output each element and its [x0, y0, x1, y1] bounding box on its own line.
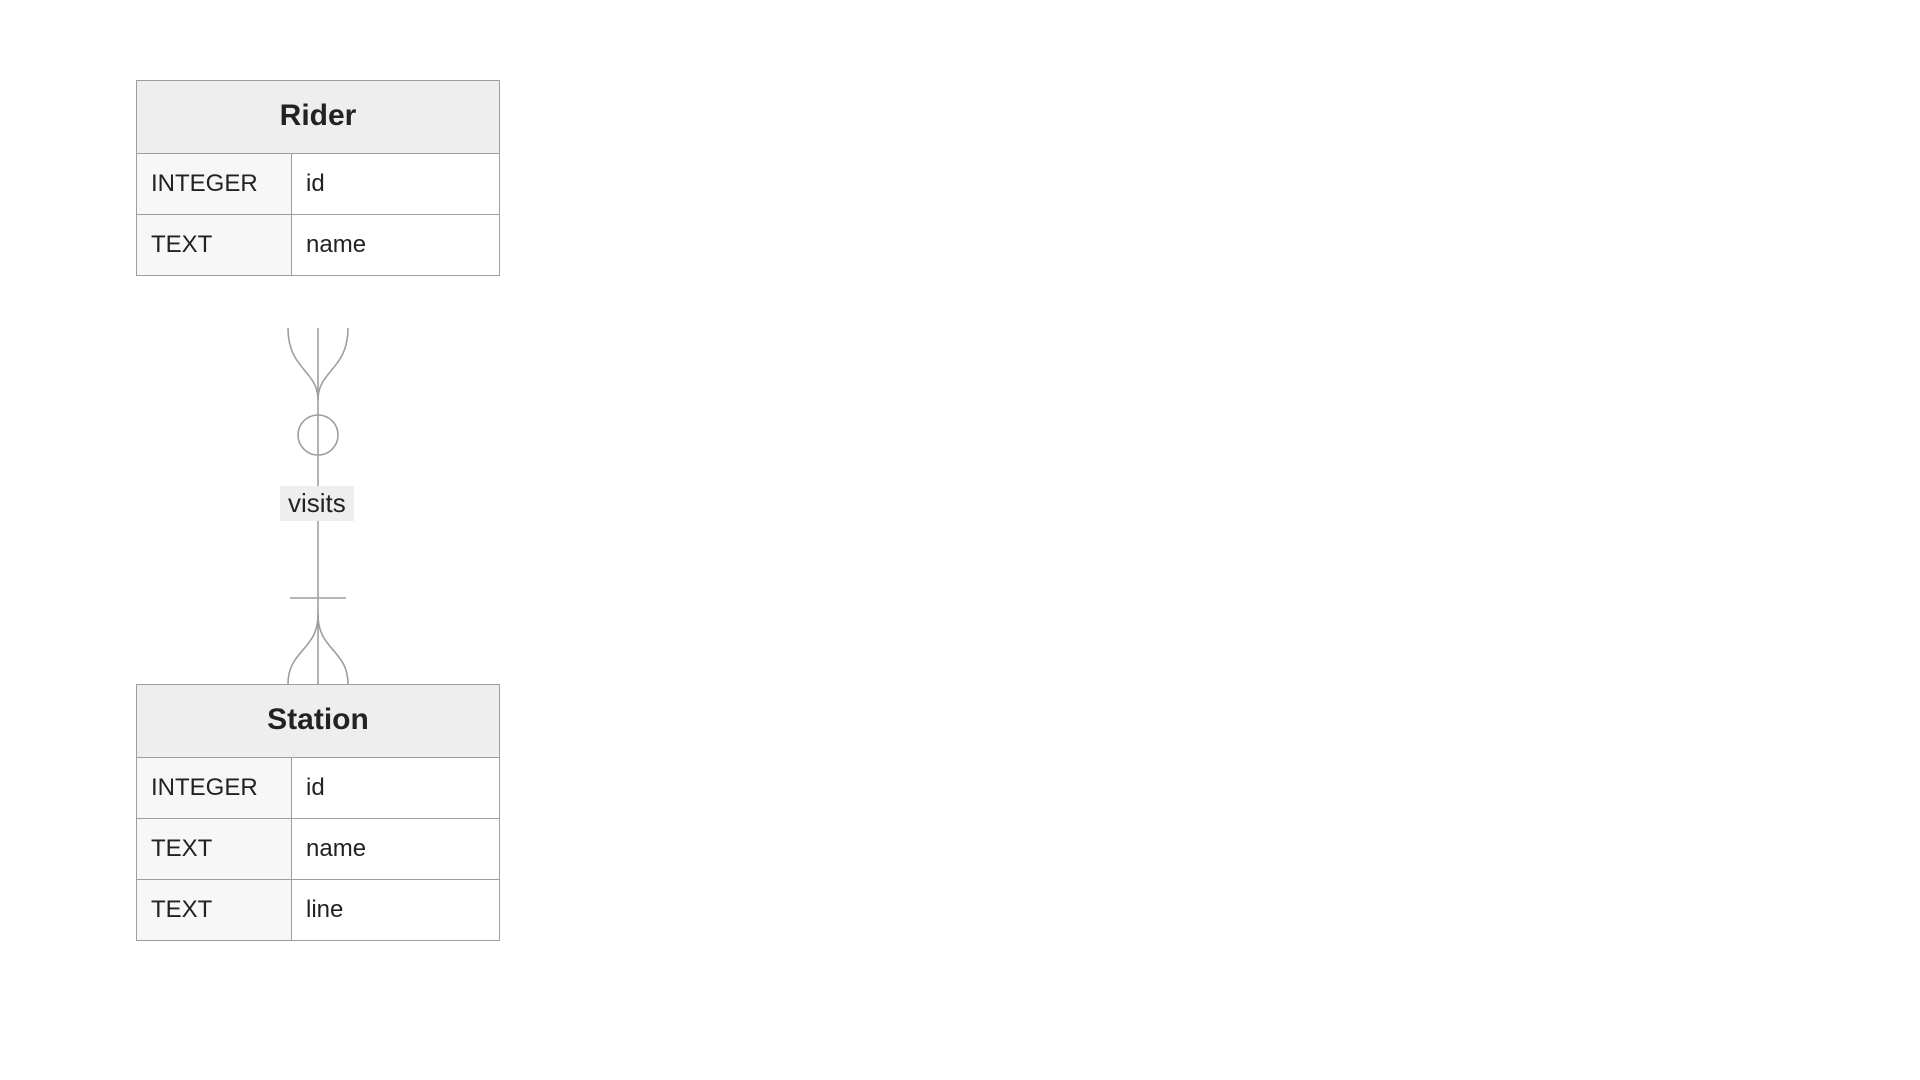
relationship-connector [0, 0, 1920, 1080]
relationship-label: visits [280, 486, 354, 521]
er-diagram: Rider INTEGER id TEXT name Station INTEG… [0, 0, 1920, 1080]
